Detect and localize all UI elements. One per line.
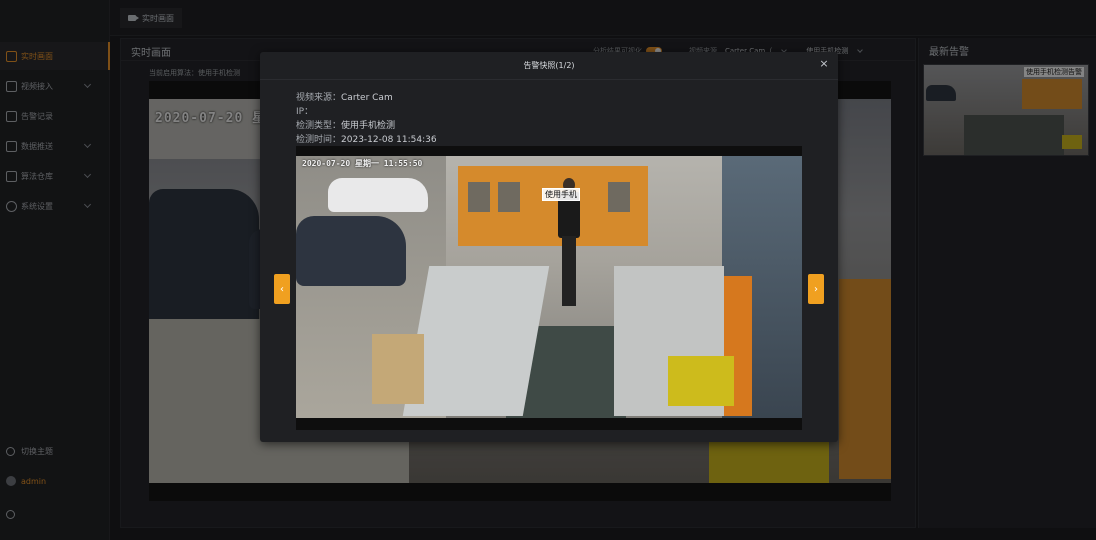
meta-key: IP： xyxy=(296,107,314,117)
meta-key: 检测时间： xyxy=(296,135,342,145)
chevron-left-icon: ‹ xyxy=(280,283,284,295)
snapshot-letterbox-bottom xyxy=(296,418,802,430)
previous-snapshot-button[interactable]: ‹ xyxy=(274,274,290,304)
snapshot-letterbox-top xyxy=(296,146,802,156)
bus-window xyxy=(608,182,630,212)
close-icon[interactable]: × xyxy=(818,58,830,70)
meta-source: 视频来源：Carter Cam xyxy=(296,90,393,103)
alarm-snapshot-image: 2020-07-20 星期一 11:55:50 使用手机 xyxy=(296,146,802,430)
scene-box xyxy=(372,334,424,404)
alarm-snapshot-modal: 告警快照(1/2) × 视频来源：Carter Cam IP： 检测类型：使用手… xyxy=(260,52,838,442)
scene-bus xyxy=(458,166,648,246)
meta-ip: IP： xyxy=(296,104,313,117)
modal-title: 告警快照(1/2) xyxy=(523,61,575,70)
scene-white-car xyxy=(328,178,428,212)
detection-label: 使用手机 xyxy=(542,188,580,201)
meta-key: 检测类型： xyxy=(296,121,342,131)
meta-detection-time: 检测时间：2023-12-08 11:54:36 xyxy=(296,132,437,145)
scene-dark-car xyxy=(296,216,406,286)
meta-value: 使用手机检测 xyxy=(341,121,396,131)
meta-value: 2023-12-08 11:54:36 xyxy=(341,135,437,145)
snapshot-timestamp: 2020-07-20 星期一 11:55:50 xyxy=(302,159,423,168)
meta-value: Carter Cam xyxy=(341,93,393,103)
divider xyxy=(260,79,838,80)
scene-yellow-equipment xyxy=(668,356,734,406)
bus-window xyxy=(468,182,490,212)
chevron-right-icon: › xyxy=(814,283,818,295)
meta-key: 视频来源： xyxy=(296,93,342,103)
person-legs xyxy=(562,236,576,306)
next-snapshot-button[interactable]: › xyxy=(808,274,824,304)
bus-window xyxy=(498,182,520,212)
meta-detection-type: 检测类型：使用手机检测 xyxy=(296,118,395,131)
